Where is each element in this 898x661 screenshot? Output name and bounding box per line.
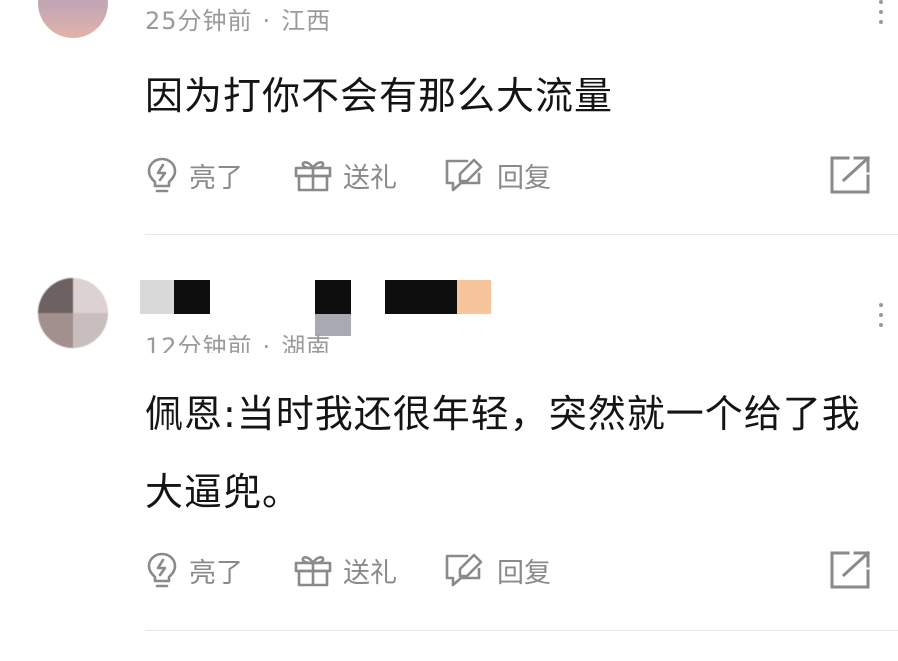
reply-edit-icon: [445, 158, 483, 192]
comment-time: 25分钟前: [145, 7, 253, 35]
redaction-block: [315, 280, 351, 314]
comment-item: 12分钟前 · 湖南 佩恩:当时我还很年轻，突然就一个给了我大逼兜。 亮了 送礼: [0, 235, 898, 635]
comment-text: 因为打你不会有那么大流量: [145, 74, 614, 118]
comment-location: 江西: [281, 7, 332, 35]
meta-separator: ·: [262, 7, 272, 35]
avatar[interactable]: [38, 0, 108, 38]
redaction-block: [174, 280, 210, 314]
comment-meta: 25分钟前 · 江西: [145, 1, 331, 36]
avatar[interactable]: [38, 278, 108, 348]
comment-item: 25分钟前 · 江西 因为打你不会有那么大流量 亮了 送礼 回复: [0, 0, 898, 235]
more-vertical-icon[interactable]: [878, 303, 884, 333]
lightbulb-icon: [147, 552, 177, 588]
comment-meta: 12分钟前 · 湖南: [145, 327, 331, 353]
share-icon: [830, 550, 871, 589]
redaction-block: [457, 280, 491, 314]
reply-label: 回复: [497, 557, 551, 589]
username-redacted[interactable]: [140, 280, 500, 336]
more-vertical-icon[interactable]: [878, 0, 884, 30]
share-icon: [830, 155, 871, 194]
comment-time: 12分钟前: [145, 333, 253, 353]
like-button[interactable]: 亮了: [145, 545, 243, 595]
reply-button[interactable]: 回复: [443, 545, 551, 595]
share-button[interactable]: [828, 150, 884, 200]
comment-text: 佩恩:当时我还很年轻，突然就一个给了我大逼兜。: [145, 392, 861, 514]
redaction-block: [140, 280, 174, 314]
reply-edit-icon: [445, 553, 483, 587]
comment-actions: 亮了 送礼 回复: [145, 545, 898, 595]
like-label: 亮了: [189, 557, 243, 589]
comment-location: 湖南: [281, 333, 332, 353]
meta-separator: ·: [262, 333, 272, 353]
lightbulb-icon: [147, 157, 177, 193]
comment-actions: 亮了 送礼 回复: [145, 150, 898, 200]
gift-button[interactable]: 送礼: [293, 150, 397, 200]
share-button[interactable]: [828, 545, 884, 595]
gift-icon: [294, 556, 332, 587]
reply-label: 回复: [497, 162, 551, 194]
like-button[interactable]: 亮了: [145, 150, 243, 200]
reply-button[interactable]: 回复: [443, 150, 551, 200]
gift-button[interactable]: 送礼: [293, 545, 397, 595]
divider: [145, 630, 898, 631]
redaction-block: [385, 280, 457, 314]
gift-label: 送礼: [343, 162, 397, 194]
like-label: 亮了: [189, 162, 243, 194]
gift-icon: [294, 161, 332, 192]
gift-label: 送礼: [343, 557, 397, 589]
